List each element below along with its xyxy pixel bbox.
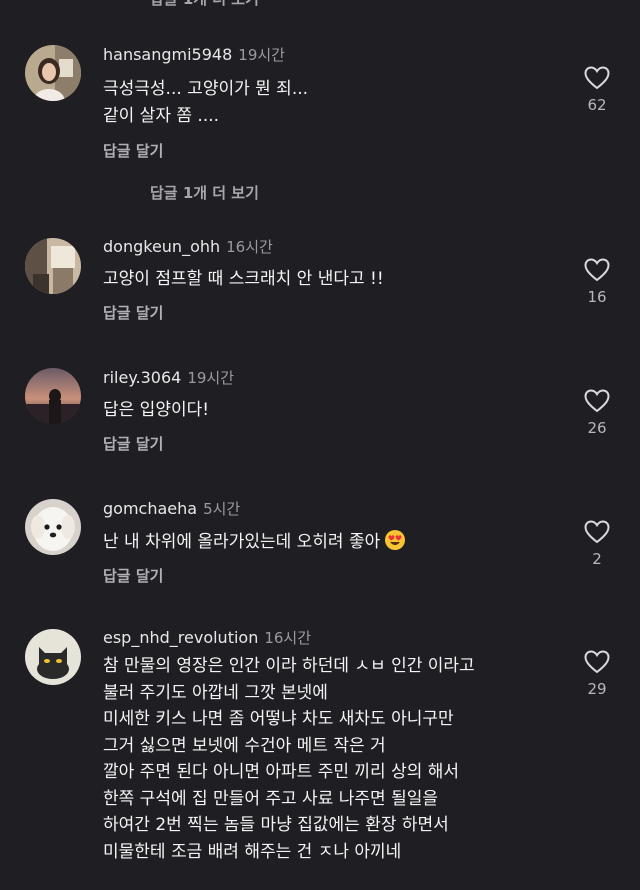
avatar[interactable] (25, 499, 81, 555)
comment-text: 극성극성... 고양이가 뭔 죄... 같이 살자 쫌 .... (103, 79, 309, 126)
timestamp: 5시간 (203, 500, 241, 518)
timestamp: 16시간 (226, 238, 273, 256)
heart-icon (584, 66, 610, 90)
heart-eyes-emoji-icon (384, 529, 406, 551)
timestamp: 19시간 (238, 46, 285, 64)
reply-button[interactable]: 답글 달기 (103, 433, 163, 454)
like-count: 29 (587, 680, 607, 698)
reply-button[interactable]: 답글 달기 (103, 140, 163, 161)
heart-icon (584, 650, 610, 674)
username[interactable]: riley.3064 19시간 (103, 367, 234, 388)
like-button[interactable]: 26 (572, 389, 622, 437)
like-count: 26 (587, 419, 607, 437)
username[interactable]: gomchaeha 5시간 (103, 498, 240, 519)
heart-icon (584, 389, 610, 413)
avatar[interactable] (25, 368, 81, 424)
username[interactable]: hansangmi5948 19시간 (103, 44, 285, 65)
heart-icon (584, 258, 610, 282)
comment-text: 참 만물의 영장은 인간 이라 하던데 ㅅㅂ 인간 이라고 불러 주기도 아깝네… (103, 656, 475, 862)
like-button[interactable]: 62 (572, 66, 622, 114)
comment-text: 고양이 점프할 때 스크래치 안 낸다고 !! (103, 269, 384, 289)
comment-text: 난 내 차위에 올라가있는데 오히려 좋아 (103, 529, 573, 556)
avatar[interactable] (25, 45, 81, 101)
reply-button[interactable]: 답글 달기 (103, 302, 163, 323)
heart-icon (584, 520, 610, 544)
like-count: 16 (587, 288, 607, 306)
like-count: 2 (592, 550, 602, 568)
like-count: 62 (587, 96, 607, 114)
like-button[interactable]: 16 (572, 258, 622, 306)
comment-text: 답은 입양이다! (103, 400, 210, 420)
avatar[interactable] (25, 629, 81, 685)
like-button[interactable]: 29 (572, 650, 622, 698)
timestamp: 16시간 (264, 629, 312, 647)
view-more-replies[interactable]: 답글 1개 더 보기 (150, 182, 259, 203)
username[interactable]: dongkeun_ohh 16시간 (103, 236, 273, 257)
reply-button[interactable]: 답글 달기 (103, 565, 163, 586)
like-button[interactable]: 2 (572, 520, 622, 568)
view-more-replies-top[interactable]: 답글 1개 더 보기 (150, 0, 259, 9)
username[interactable]: esp_nhd_revolution 16시간 (103, 627, 311, 648)
timestamp: 19시간 (187, 369, 234, 387)
avatar[interactable] (25, 238, 81, 294)
